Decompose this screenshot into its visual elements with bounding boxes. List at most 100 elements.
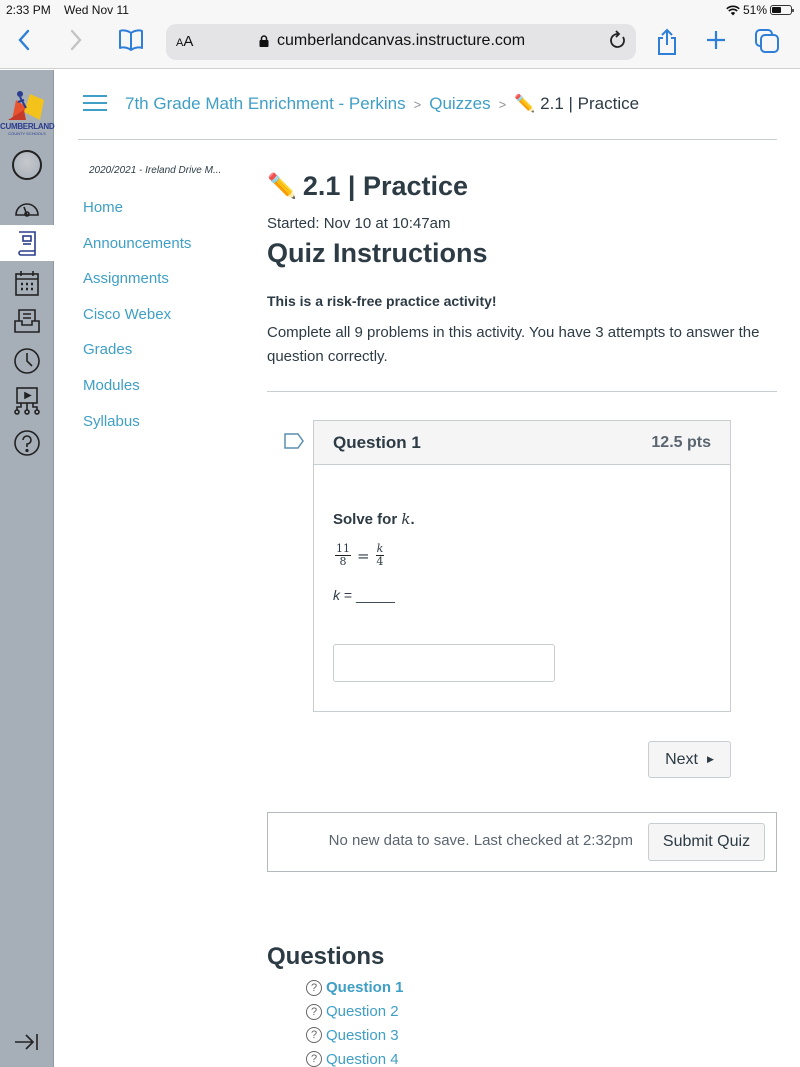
forward-icon[interactable]: [68, 28, 84, 57]
lock-icon: [259, 35, 269, 47]
question-link[interactable]: ? Question 1: [306, 976, 404, 1000]
hamburger-line: [83, 102, 107, 104]
next-button[interactable]: Next ▶: [648, 741, 731, 778]
breadcrumb-current-label: 2.1 | Practice: [540, 94, 640, 113]
studio-icon: [14, 387, 40, 415]
share-icon[interactable]: [655, 28, 679, 61]
reload-icon[interactable]: [608, 29, 628, 57]
tabs-icon[interactable]: [754, 28, 780, 59]
chevron-right-icon: >: [498, 96, 507, 112]
nav-help[interactable]: [0, 425, 54, 461]
nav-studio[interactable]: [0, 383, 54, 419]
nav-inbox[interactable]: [0, 303, 54, 339]
school-logo[interactable]: CUMBERLAND COUNTY SCHOOLS: [0, 82, 55, 136]
started-timestamp: Started: Nov 10 at 10:47am: [267, 215, 451, 232]
help-icon: [14, 430, 40, 456]
unanswered-icon: ?: [306, 979, 322, 996]
breadcrumb-current: ✏️ 2.1 | Practice: [514, 94, 639, 114]
question-link[interactable]: ? Question 4: [306, 1047, 404, 1067]
risk-free-notice: This is a risk-free practice activity!: [267, 293, 497, 309]
logo-name: CUMBERLAND: [0, 122, 55, 131]
course-nav-announcements[interactable]: Announcements: [83, 235, 191, 271]
status-time: 2:33 PM: [6, 3, 51, 17]
fraction-left: 11 8: [335, 543, 351, 568]
submit-bar: No new data to save. Last checked at 2:3…: [267, 812, 777, 872]
course-nav-modules[interactable]: Modules: [83, 377, 191, 413]
question-link-label: Question 3: [326, 1026, 399, 1044]
instructions-divider: [267, 391, 777, 392]
collapse-nav-button[interactable]: [0, 1024, 54, 1060]
logo-icon: [8, 91, 44, 120]
breadcrumb: 7th Grade Math Enrichment - Perkins > Qu…: [125, 94, 639, 114]
fraction-right: k4: [375, 543, 385, 568]
course-nav: Home Announcements Assignments Cisco Web…: [83, 199, 191, 448]
question-link-label: Question 1: [326, 979, 404, 997]
question-link-label: Question 4: [326, 1050, 399, 1067]
status-date: Wed Nov 11: [64, 3, 129, 17]
history-icon: [14, 348, 40, 374]
answer-variable: k: [333, 587, 340, 603]
header-divider: [78, 139, 777, 140]
logo-subtitle: COUNTY SCHOOLS: [8, 131, 46, 136]
question-header: Question 1 12.5 pts: [314, 421, 730, 465]
calendar-icon: [15, 271, 39, 296]
instructions-text: Complete all 9 problems in this activity…: [267, 324, 760, 365]
nav-history[interactable]: [0, 343, 54, 379]
bookmarks-icon[interactable]: [118, 28, 144, 57]
nav-dashboard[interactable]: [0, 189, 54, 225]
save-status: No new data to save. Last checked at 2:3…: [328, 832, 633, 849]
collapse-icon: [15, 1034, 38, 1050]
breadcrumb-quizzes[interactable]: Quizzes: [429, 94, 490, 114]
question-link[interactable]: ? Question 2: [306, 1000, 404, 1024]
dashboard-icon: [15, 203, 39, 217]
unanswered-icon: ?: [306, 1027, 322, 1044]
denominator: 4: [376, 555, 384, 568]
course-nav-cisco-webex[interactable]: Cisco Webex: [83, 306, 191, 342]
address-bar[interactable]: AA cumberlandcanvas.instructure.com: [166, 24, 636, 60]
equation: 11 8 = k4: [335, 543, 385, 568]
pencil-icon: ✏️: [514, 94, 536, 113]
url-text[interactable]: cumberlandcanvas.instructure.com: [277, 32, 525, 50]
denominator: 8: [339, 555, 347, 568]
status-bar: 2:33 PM Wed Nov 11 51%: [0, 0, 800, 20]
nav-courses[interactable]: [0, 225, 54, 261]
hamburger-line: [83, 95, 107, 97]
unanswered-icon: ?: [306, 1051, 322, 1067]
avatar: [12, 150, 42, 180]
course-menu-toggle[interactable]: [83, 95, 107, 113]
course-nav-grades[interactable]: Grades: [83, 341, 191, 377]
answer-prompt: k = _____: [333, 587, 395, 603]
inbox-icon: [14, 309, 40, 333]
wifi-icon: [726, 5, 740, 15]
text-size-button[interactable]: AA: [176, 33, 193, 50]
course-term: 2020/2021 - Ireland Drive M...: [89, 165, 222, 176]
caret-right-icon: ▶: [706, 754, 714, 764]
unanswered-icon: ?: [306, 1003, 322, 1020]
breadcrumb-course[interactable]: 7th Grade Math Enrichment - Perkins: [125, 94, 406, 114]
questions-list: ? Question 1 ? Question 2 ? Question 3 ? Que…: [306, 976, 404, 1067]
question-prompt: Solve for k.: [333, 510, 415, 528]
submit-quiz-button[interactable]: Submit Quiz: [648, 823, 765, 861]
nav-account[interactable]: [0, 147, 54, 183]
prompt-end: .: [410, 511, 415, 528]
question-name: Question 1: [333, 433, 421, 452]
global-nav: CUMBERLAND COUNTY SCHOOLS: [0, 70, 55, 1067]
instructions-heading: Quiz Instructions: [267, 238, 488, 268]
back-icon[interactable]: [16, 28, 32, 57]
answer-input[interactable]: [333, 644, 555, 682]
course-nav-syllabus[interactable]: Syllabus: [83, 413, 191, 449]
new-tab-icon[interactable]: [704, 28, 728, 57]
pencil-icon: ✏️: [267, 172, 297, 200]
flag-question-icon[interactable]: [284, 433, 304, 449]
answer-blank: = _____: [340, 587, 395, 603]
status-right: 51%: [726, 3, 794, 17]
course-nav-home[interactable]: Home: [83, 199, 191, 235]
course-nav-assignments[interactable]: Assignments: [83, 270, 191, 306]
quiz-main: ✏️ 2.1 | Practice Started: Nov 10 at 10:…: [267, 168, 777, 369]
questions-heading: Questions: [267, 943, 385, 970]
battery-percent: 51%: [742, 3, 767, 17]
battery-fill: [772, 7, 781, 13]
nav-calendar[interactable]: [0, 265, 54, 301]
question-link[interactable]: ? Question 3: [306, 1024, 404, 1048]
chevron-right-icon: >: [413, 96, 422, 112]
